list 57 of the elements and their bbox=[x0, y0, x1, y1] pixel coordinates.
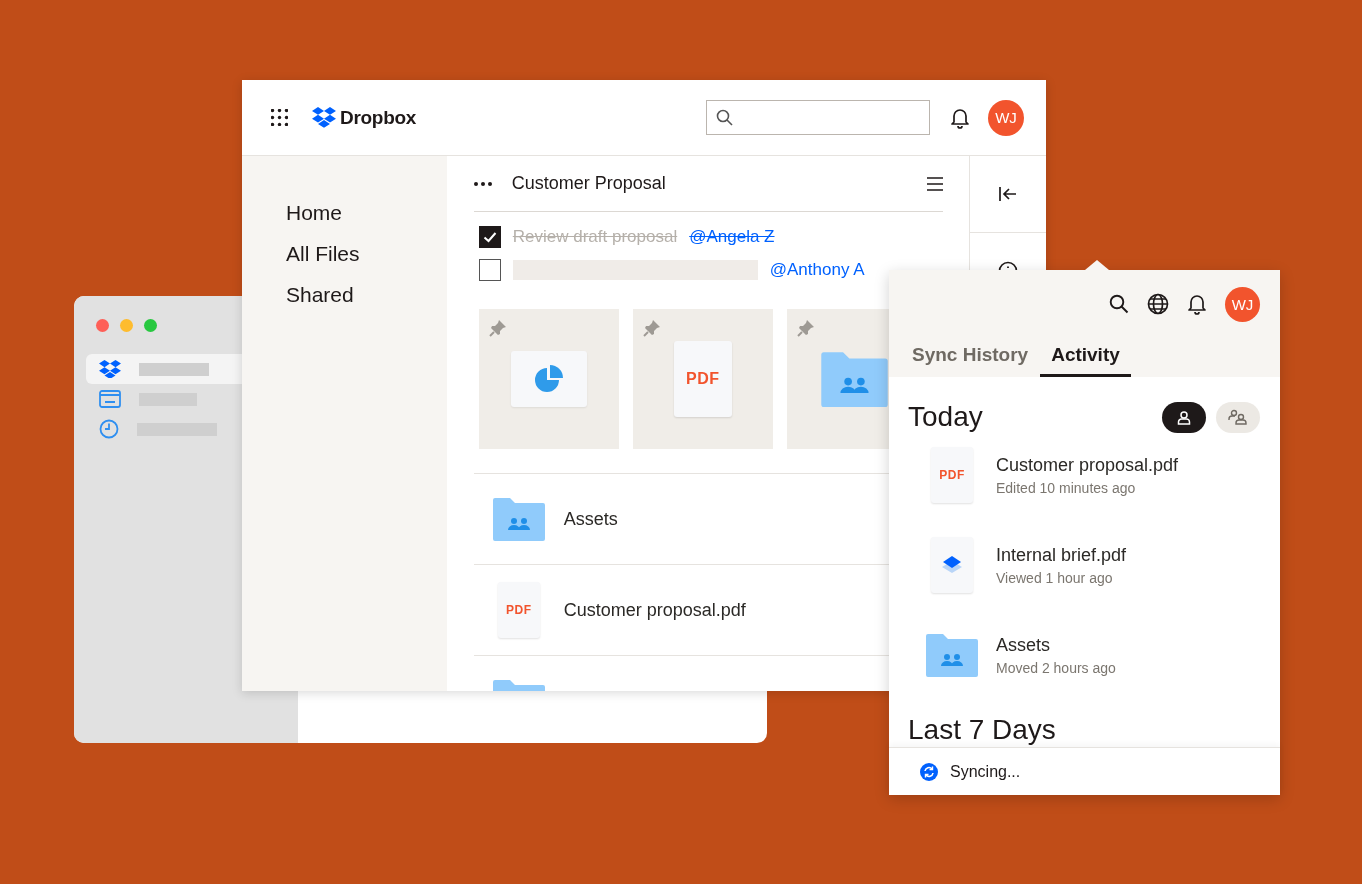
clock-icon bbox=[99, 419, 119, 439]
pdf-file-icon: PDF bbox=[673, 341, 732, 417]
file-name[interactable]: Customer proposal.pdf bbox=[563, 599, 746, 621]
pinned-tile[interactable] bbox=[786, 309, 889, 449]
dropbox-logo-icon bbox=[312, 107, 336, 128]
document-icon bbox=[931, 537, 973, 593]
tab[interactable]: Sync History bbox=[901, 338, 1040, 377]
menu-icon[interactable] bbox=[927, 176, 944, 191]
pdf-file-icon: PDF bbox=[497, 582, 540, 638]
pin-icon bbox=[796, 319, 815, 337]
mention-link[interactable]: @Anthony A bbox=[769, 260, 865, 280]
notification-bell-icon[interactable] bbox=[1187, 293, 1207, 315]
shared-folder-icon bbox=[491, 497, 546, 541]
tab[interactable]: Activity bbox=[1040, 338, 1131, 377]
nav-link[interactable]: Home bbox=[286, 200, 447, 226]
globe-icon[interactable] bbox=[1147, 293, 1169, 315]
more-options-icon[interactable] bbox=[473, 181, 492, 186]
person-filter-button[interactable] bbox=[1162, 401, 1206, 433]
window-icon bbox=[99, 390, 121, 408]
task-text: Review draft proposal bbox=[512, 227, 678, 247]
nav-link[interactable]: Shared bbox=[286, 282, 447, 308]
document-title: Customer Proposal bbox=[511, 173, 666, 194]
people-icon bbox=[1228, 409, 1248, 425]
search-icon[interactable] bbox=[1109, 294, 1129, 314]
activity-detail: Moved 2 hours ago bbox=[996, 659, 1116, 676]
file-name[interactable]: Internal brief.pdf bbox=[996, 544, 1127, 566]
person-icon bbox=[1177, 409, 1191, 425]
check-icon bbox=[482, 231, 497, 243]
people-filter-button[interactable] bbox=[1216, 401, 1260, 433]
shared-folder-icon bbox=[925, 633, 979, 677]
activity-detail: Edited 10 minutes ago bbox=[996, 479, 1137, 496]
chart-file-icon bbox=[510, 351, 587, 407]
section-heading: Last 7 Days bbox=[908, 714, 1057, 746]
collapse-icon[interactable] bbox=[999, 186, 1018, 202]
dropbox-logo-icon bbox=[99, 359, 121, 379]
task-checkbox[interactable] bbox=[478, 259, 501, 281]
mention-link[interactable]: @Angela Z bbox=[689, 227, 775, 247]
brand-name: Dropbox bbox=[340, 106, 416, 129]
search-field[interactable] bbox=[706, 100, 930, 135]
file-name[interactable]: Customer proposal.pdf bbox=[996, 454, 1179, 476]
pin-icon bbox=[642, 319, 661, 337]
file-name[interactable]: Assets bbox=[996, 634, 1116, 656]
notification-bell-icon[interactable] bbox=[950, 106, 970, 129]
pdf-file-icon: PDF bbox=[931, 447, 973, 503]
pin-icon bbox=[488, 319, 507, 337]
pinned-tile[interactable] bbox=[478, 309, 619, 449]
sync-status: Syncing... bbox=[950, 762, 1021, 781]
nav-link[interactable]: All Files bbox=[286, 241, 447, 267]
sync-icon bbox=[920, 762, 938, 781]
placeholder-bar bbox=[139, 362, 209, 376]
app-grid-icon[interactable] bbox=[271, 109, 288, 126]
sidebar-item[interactable] bbox=[86, 354, 242, 384]
section-heading: Today bbox=[908, 401, 983, 433]
search-icon bbox=[716, 109, 733, 126]
file-name[interactable]: Assets bbox=[563, 508, 618, 530]
task-checkbox[interactable] bbox=[478, 226, 501, 248]
activity-detail: Viewed 1 hour ago bbox=[996, 569, 1114, 586]
